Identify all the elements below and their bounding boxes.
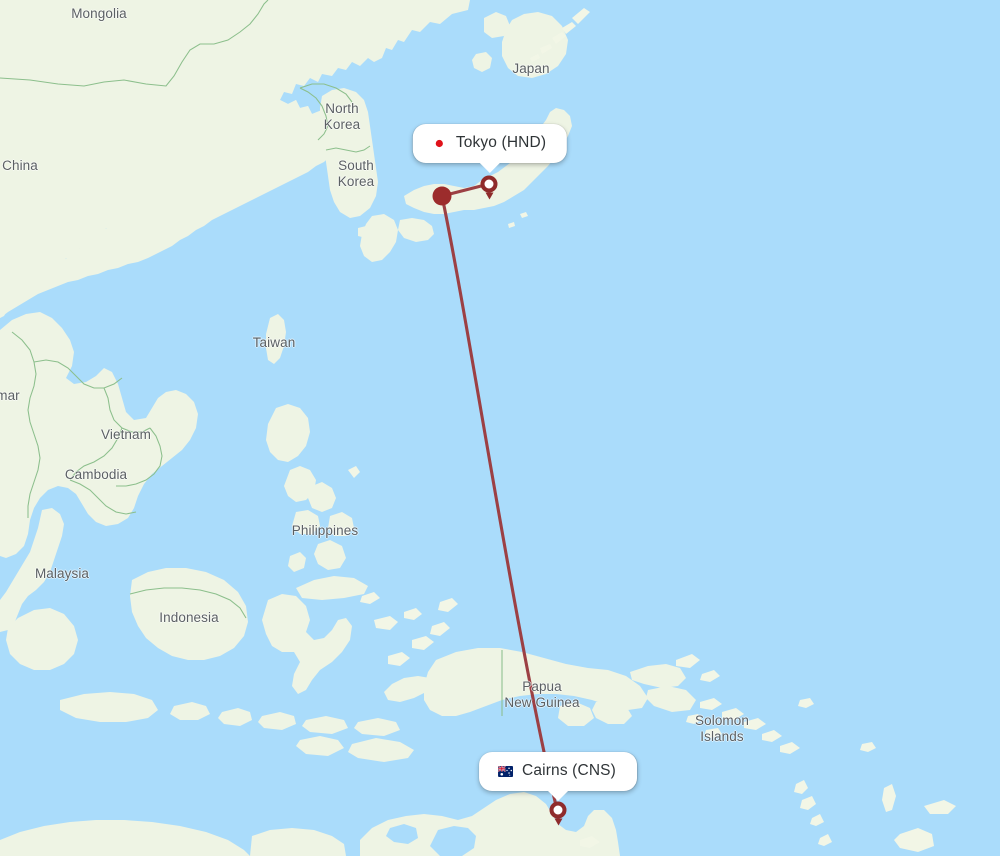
australia-flag-icon	[498, 765, 514, 777]
tokyo-airport-marker[interactable]	[480, 175, 498, 193]
flight-route-map[interactable]: .land { fill:#eef4e4; stroke:none; } .la…	[0, 0, 1000, 856]
tooltip-tokyo-label: Tokyo (HND)	[455, 134, 547, 151]
tooltip-tokyo[interactable]: Tokyo (HND)	[412, 124, 568, 173]
japan-flag-icon	[431, 137, 447, 149]
tooltip-cairns-label: Cairns (CNS)	[522, 762, 616, 779]
tooltip-cairns[interactable]: Cairns (CNS)	[479, 752, 637, 801]
cairns-airport-marker[interactable]	[549, 801, 567, 819]
origin-dot-marker[interactable]	[432, 186, 452, 206]
